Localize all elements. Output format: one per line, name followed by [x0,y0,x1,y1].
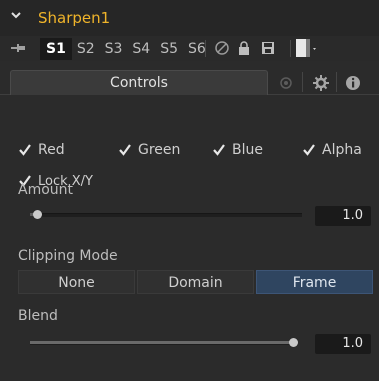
version-tabs: S1 S2 S3 S4 S5 S6 [40,38,211,60]
amount-label: Amount [18,182,74,198]
alpha-label: Alpha [322,142,362,158]
version-tab-s4[interactable]: S4 [127,38,155,60]
settings-gear-icon[interactable] [310,72,332,94]
reset-icon[interactable] [214,40,230,56]
divider [205,40,206,57]
blue-checkbox[interactable]: Blue [212,139,263,161]
version-tab-s5[interactable]: S5 [155,38,183,60]
divider [336,72,337,92]
amount-slider-track[interactable] [40,213,302,217]
version-tab-s2[interactable]: S2 [72,38,100,60]
green-label: Green [138,142,181,158]
modifiers-icon[interactable] [275,72,297,94]
pin-icon[interactable] [10,40,26,56]
red-label: Red [38,142,65,158]
amount-slider-handle[interactable] [33,210,42,219]
checkmark-icon [119,144,131,156]
version-tab-s6[interactable]: S6 [183,38,211,60]
version-tab-s3[interactable]: S3 [100,38,128,60]
blend-value-field[interactable]: 1.0 [315,334,371,354]
divider [302,72,303,92]
clipping-none-button[interactable]: None [18,270,135,294]
blue-label: Blue [232,142,263,158]
green-checkbox[interactable]: Green [118,139,180,161]
clipping-frame-button[interactable]: Frame [256,270,373,294]
checkmark-icon [303,144,315,156]
clipping-domain-button[interactable]: Domain [137,270,254,294]
clipping-mode-label: Clipping Mode [18,248,118,264]
red-checkbox[interactable]: Red [18,139,65,161]
info-icon[interactable] [342,72,364,94]
tool-name: Sharpen1 [38,9,111,27]
amount-value-field[interactable]: 1.0 [315,206,371,226]
lock-icon[interactable] [236,40,252,56]
tab-controls[interactable]: Controls [10,70,268,95]
color-swatch-dropdown-icon[interactable] [295,38,319,58]
blend-slider-handle[interactable] [289,338,298,347]
clipping-mode-selector: None Domain Frame [18,270,373,294]
checkmark-icon [19,144,31,156]
alpha-checkbox[interactable]: Alpha [302,139,362,161]
blend-label: Blend [18,308,58,324]
version-tab-s1[interactable]: S1 [40,38,72,60]
checkmark-icon [213,144,225,156]
divider [290,40,291,57]
save-icon[interactable] [260,40,276,56]
blend-slider-fill [30,341,294,344]
collapse-chevron-icon[interactable] [10,9,22,21]
